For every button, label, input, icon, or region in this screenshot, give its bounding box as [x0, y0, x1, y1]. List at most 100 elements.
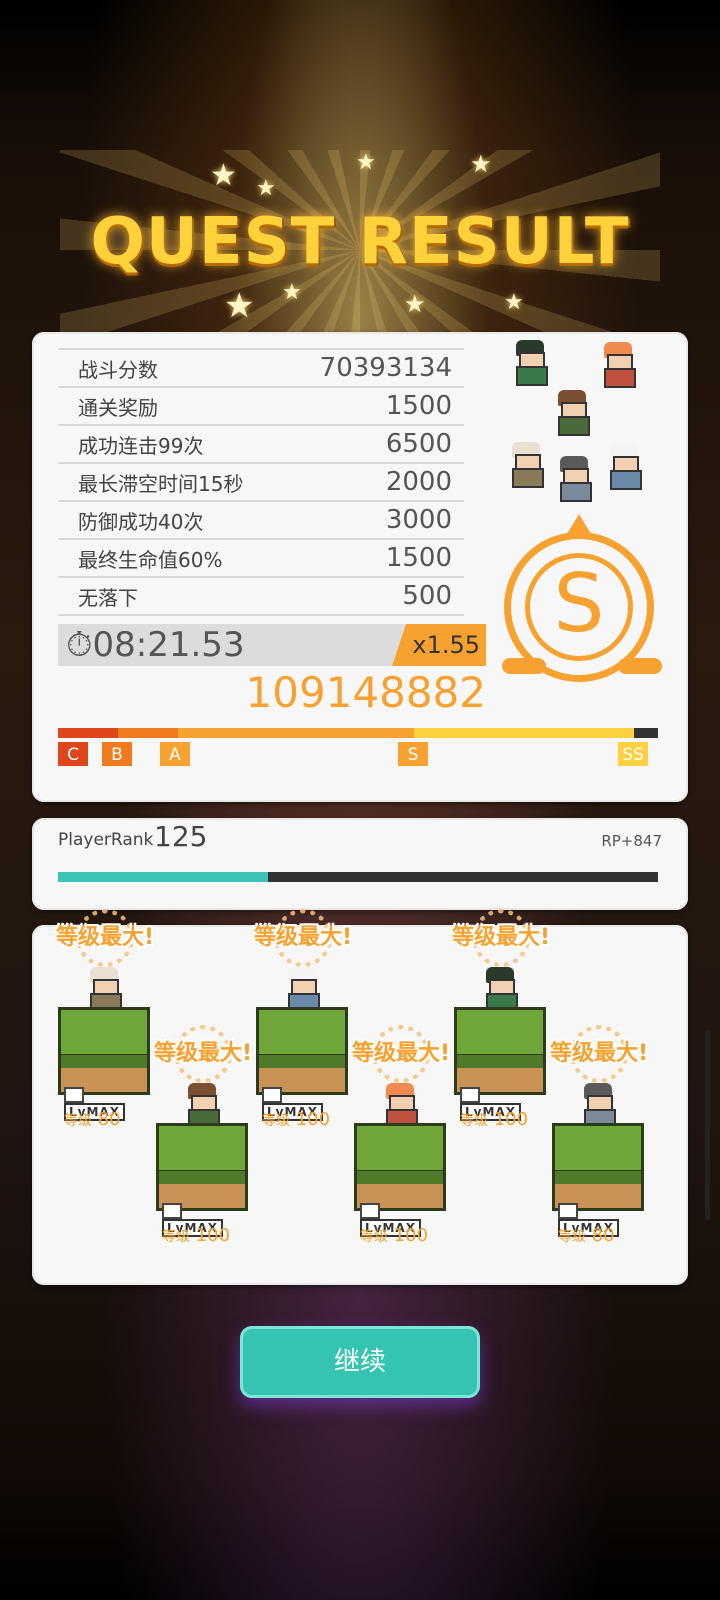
team-member-sprite	[84, 967, 124, 1013]
rank-flag-b: B	[102, 742, 132, 766]
level-value: 100	[393, 1225, 429, 1246]
progress-seg-s	[414, 728, 634, 738]
grass-block-top	[256, 1007, 348, 1057]
star-icon: ★	[210, 158, 237, 193]
team-member[interactable]: 等级最大! LvMAX 等级 100	[152, 1025, 252, 1246]
team-member-sprite	[182, 1083, 222, 1129]
level-value: 100	[493, 1109, 529, 1130]
total-score: 109148882	[245, 668, 487, 717]
player-rank-progress	[58, 872, 658, 882]
rank-wing-right	[618, 658, 662, 674]
level-value: 80	[591, 1225, 615, 1246]
star-icon: ★	[256, 176, 276, 201]
continue-button[interactable]: 继续	[240, 1326, 480, 1398]
grass-block-top	[552, 1123, 644, 1173]
rank-crown-icon	[567, 514, 591, 534]
team-member[interactable]: 等级最大! LvMAX 等级 100	[450, 909, 550, 1130]
score-label: 无落下	[78, 585, 138, 610]
score-table: 战斗分数 70393134 通关奖励 1500 成功连击99次 6500 最长滞空时间15秒…	[58, 348, 464, 616]
party-member-sprite	[506, 442, 546, 488]
lv-max-badge: LvMAX	[558, 1203, 640, 1237]
score-card: 战斗分数 70393134 通关奖励 1500 成功连击99次 6500 最长滞空时间15秒…	[32, 332, 688, 802]
team-member[interactable]: 等级最大! LvMAX 等级 80	[548, 1025, 648, 1246]
level-text: 等级 80	[558, 1225, 658, 1246]
rank-flag-ss: SS	[618, 742, 648, 766]
level-max-label: 等级最大!	[451, 925, 551, 950]
party-member-sprite	[604, 444, 644, 490]
star-icon: ★	[224, 286, 255, 326]
player-rank-progress-fill	[58, 872, 268, 882]
lv-max-badge: LvMAX	[360, 1203, 442, 1237]
score-row: 最终生命值60% 1500	[58, 540, 464, 578]
level-value: 100	[295, 1109, 331, 1130]
team-member[interactable]: 等级最大! LvMAX 等级 80	[54, 909, 154, 1130]
score-label: 通关奖励	[78, 395, 158, 420]
score-row: 战斗分数 70393134	[58, 348, 464, 388]
level-max-label: 等级最大!	[55, 925, 155, 950]
score-label: 最长滞空时间15秒	[78, 471, 244, 496]
team-card: 等级最大! LvMAX 等级 80 等级最大! LvMAX 等级 100 等级最大! LvMA…	[32, 909, 688, 1285]
score-value: 2000	[385, 467, 452, 497]
score-multiplier: x1.55	[392, 624, 486, 666]
level-text: 等级 100	[460, 1109, 560, 1130]
star-icon: ★	[404, 290, 426, 318]
lv-max-badge: LvMAX	[262, 1087, 344, 1121]
clear-time: ⏱08:21.53	[66, 625, 245, 665]
player-rank-value: 125	[154, 820, 208, 853]
rank-flag-a: A	[160, 742, 190, 766]
lv-max-badge: LvMAX	[460, 1087, 542, 1121]
level-prefix: 等级	[460, 1113, 488, 1129]
scrollbar[interactable]	[705, 1030, 710, 1220]
star-icon: ★	[470, 150, 492, 178]
clear-time-bar: ⏱08:21.53 x1.55	[58, 624, 486, 666]
player-rank-card: PlayerRank 125 RP+847	[32, 818, 688, 910]
level-prefix: 等级	[64, 1113, 92, 1129]
party-member-sprite	[552, 390, 592, 436]
team-member[interactable]: 等级最大! LvMAX 等级 100	[252, 909, 352, 1130]
progress-seg-a	[178, 728, 414, 738]
score-value: 3000	[385, 505, 452, 535]
grass-block-top	[58, 1007, 150, 1057]
level-max-label: 等级最大!	[153, 1041, 253, 1066]
level-prefix: 等级	[558, 1229, 586, 1245]
rank-flag-s: S	[398, 742, 428, 766]
level-prefix: 等级	[262, 1113, 290, 1129]
team-member-sprite	[282, 967, 322, 1013]
level-value: 80	[97, 1109, 121, 1130]
quest-result-title: QUEST RESULT	[90, 205, 630, 279]
lv-max-badge: LvMAX	[162, 1203, 244, 1237]
progress-seg-c	[58, 728, 118, 738]
rank-wing-left	[502, 658, 546, 674]
score-value: 70393134	[319, 353, 452, 383]
score-value: 1500	[385, 391, 452, 421]
team-member-sprite	[380, 1083, 420, 1129]
level-prefix: 等级	[360, 1229, 388, 1245]
level-value: 100	[195, 1225, 231, 1246]
team-member-sprite	[480, 967, 520, 1013]
score-row: 成功连击99次 6500	[58, 426, 464, 464]
rank-progress-bar	[58, 728, 658, 738]
score-value: 6500	[385, 429, 452, 459]
team-member[interactable]: 等级最大! LvMAX 等级 100	[350, 1025, 450, 1246]
star-icon: ★	[504, 290, 524, 315]
lv-max-badge: LvMAX	[64, 1087, 146, 1121]
rank-flag-c: C	[58, 742, 88, 766]
score-label: 防御成功40次	[78, 509, 204, 534]
party-member-sprite	[598, 342, 638, 388]
party-member-sprite	[510, 340, 550, 386]
grass-block-top	[156, 1123, 248, 1173]
score-row: 无落下 500	[58, 578, 464, 616]
level-max-label: 等级最大!	[549, 1041, 649, 1066]
rank-grade: S	[553, 557, 605, 650]
score-label: 最终生命值60%	[78, 547, 223, 572]
score-row: 通关奖励 1500	[58, 388, 464, 426]
level-text: 等级 100	[162, 1225, 262, 1246]
score-label: 战斗分数	[78, 357, 158, 382]
progress-seg-b	[118, 728, 178, 738]
rank-points-gained: RP+847	[601, 832, 662, 850]
level-text: 等级 80	[64, 1109, 164, 1130]
level-text: 等级 100	[262, 1109, 362, 1130]
level-prefix: 等级	[162, 1229, 190, 1245]
score-value: 500	[402, 581, 452, 611]
score-row: 防御成功40次 3000	[58, 502, 464, 540]
